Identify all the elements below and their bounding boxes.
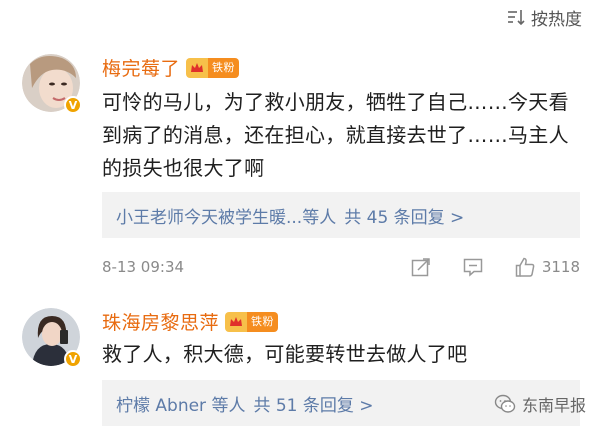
verified-icon: V <box>64 96 82 114</box>
reply-count: 共 45 条回复 > <box>344 207 465 228</box>
comment-time: 8-13 09:34 <box>102 258 185 276</box>
source-watermark: 东南早报 <box>494 392 586 416</box>
sort-by-heat-button[interactable]: 按热度 <box>505 4 582 30</box>
comment-text: 救了人，积大德，可能要转世去做人了吧 <box>102 342 468 366</box>
sort-icon <box>508 10 525 26</box>
reply-button[interactable] <box>462 256 484 278</box>
username-text: 梅完莓了 <box>102 58 181 80</box>
comment-author[interactable]: 梅完莓了 铁粉 <box>102 54 240 81</box>
comment-meta: 8-13 09:34 3118 <box>102 254 580 280</box>
avatar[interactable]: V <box>22 308 82 368</box>
comment-author[interactable]: 珠海房黎思萍 铁粉 <box>102 308 279 335</box>
thumbs-up-icon <box>515 257 535 277</box>
reply-summary[interactable]: 小王老师今天被学生暖...等人 共 45 条回复 > <box>102 192 580 238</box>
like-count: 3118 <box>541 258 580 276</box>
username-text: 珠海房黎思萍 <box>102 312 220 334</box>
avatar[interactable]: V <box>22 54 82 114</box>
fan-badge: 铁粉 <box>186 57 240 78</box>
fan-badge: 铁粉 <box>225 311 279 332</box>
reply-from: 柠檬 Abner 等人 <box>116 395 246 416</box>
reply-count: 共 51 条回复 > <box>253 395 374 416</box>
fan-badge-label: 铁粉 <box>247 311 279 332</box>
verified-icon: V <box>64 350 82 368</box>
crown-icon <box>186 57 209 78</box>
share-icon <box>411 258 430 277</box>
comment-text: 可怜的马儿，为了救小朋友，牺牲了自己……今天看到病了的消息，还在担心，就直接去世… <box>102 90 569 180</box>
like-button[interactable]: 3118 <box>514 256 580 278</box>
share-button[interactable] <box>410 256 432 278</box>
fan-badge-label: 铁粉 <box>208 57 240 78</box>
sort-label: 按热度 <box>531 9 582 30</box>
comment-icon <box>463 258 483 277</box>
reply-from: 小王老师今天被学生暖...等人 <box>116 207 337 228</box>
crown-icon <box>225 311 248 332</box>
wechat-icon <box>494 394 516 413</box>
watermark-label: 东南早报 <box>521 396 586 415</box>
